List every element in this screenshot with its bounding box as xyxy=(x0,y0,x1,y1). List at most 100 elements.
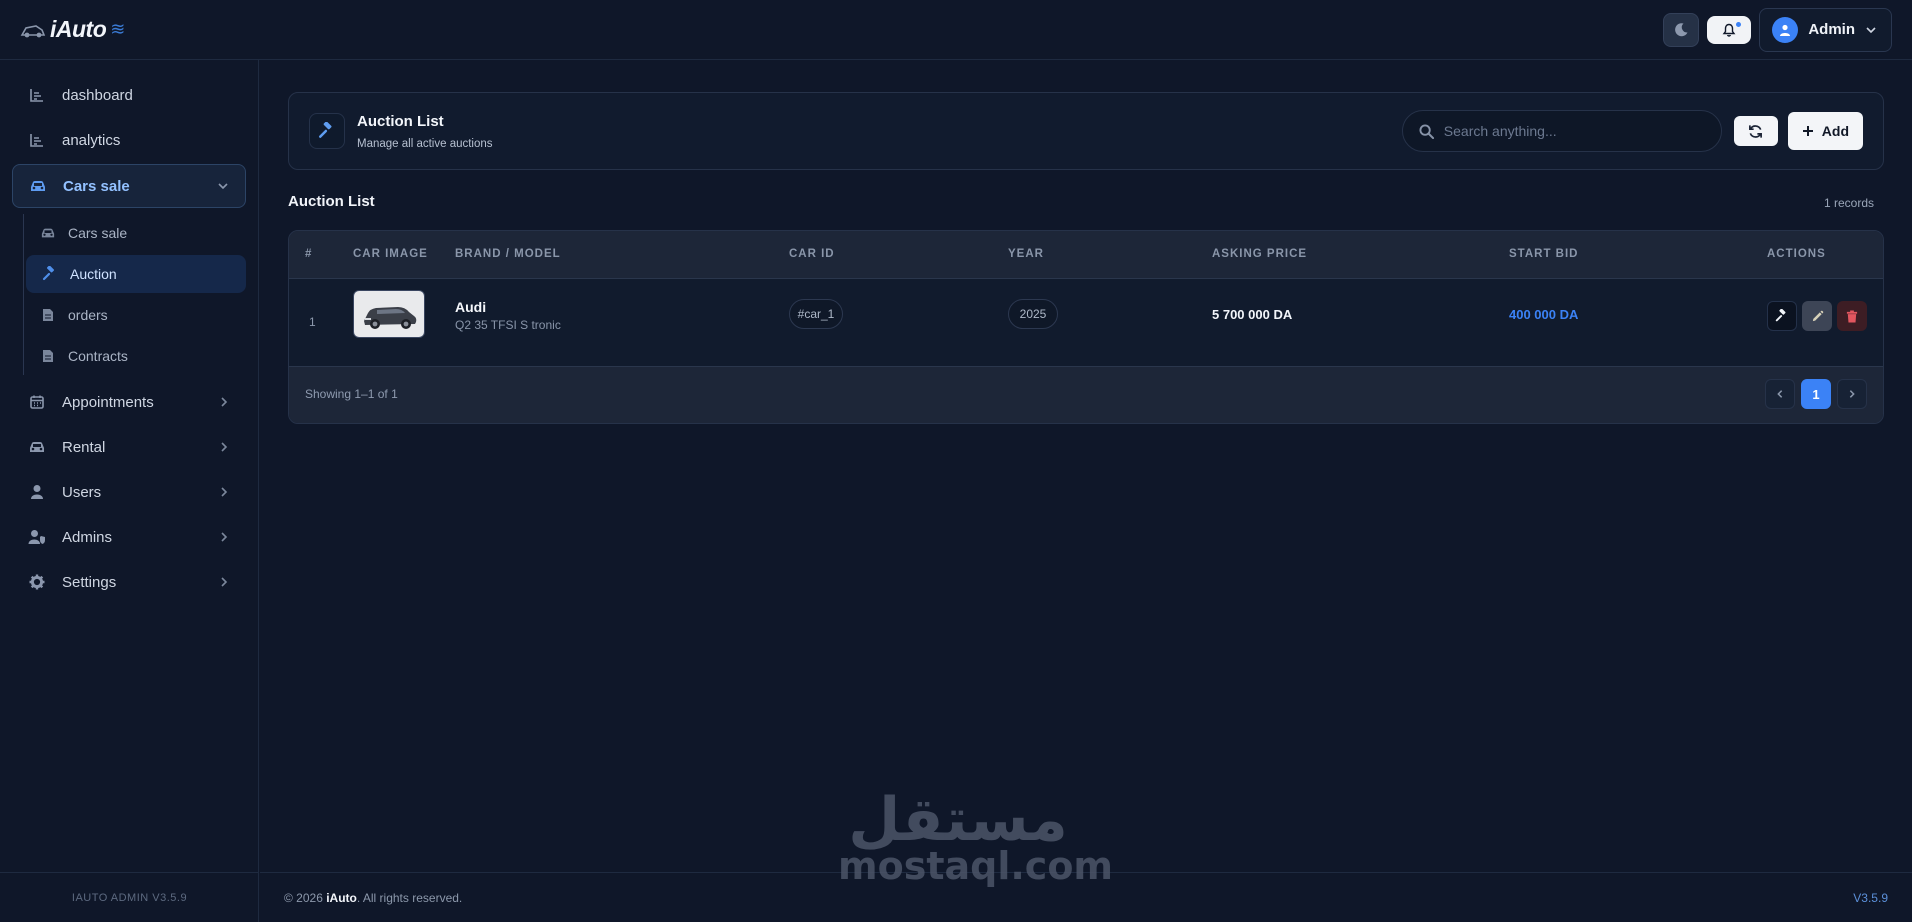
column-header-start-bid: START BID xyxy=(1509,248,1579,260)
start-bid: 400 000 DA xyxy=(1509,307,1579,322)
car-image[interactable] xyxy=(353,290,425,338)
chevron-right-icon xyxy=(218,486,230,498)
chevron-down-icon xyxy=(217,180,229,192)
sidebar-item-label: Users xyxy=(62,483,102,501)
user-shield-icon xyxy=(28,528,46,546)
table-row[interactable]: 1 Audi Q2 35 TFSI S tronic #car_1 2025 5… xyxy=(289,279,1883,367)
gavel-icon xyxy=(1775,309,1786,322)
search-box[interactable] xyxy=(1401,110,1722,152)
sidebar-subitem-orders[interactable]: orders xyxy=(24,296,246,334)
sidebar-subitem-auction[interactable]: Auction xyxy=(26,255,246,293)
add-button[interactable]: Add xyxy=(1787,112,1863,150)
document-icon xyxy=(40,348,56,364)
sidebar-item-settings[interactable]: Settings xyxy=(12,561,246,603)
logo-swoosh-icon: ≋ xyxy=(110,19,125,39)
sidebar-subitem-cars-sale[interactable]: Cars sale xyxy=(24,214,246,252)
sidebar-subitem-contracts[interactable]: Contracts xyxy=(24,337,246,375)
sidebar-subitem-label: Cars sale xyxy=(68,225,128,241)
car-id-badge: #car_1 xyxy=(789,299,843,329)
chevron-down-icon xyxy=(1866,26,1876,33)
sidebar-item-rental[interactable]: Rental xyxy=(12,426,246,468)
table-footer: Showing 1–1 of 1 1 xyxy=(289,367,1883,423)
copyright-prefix: © 2026 xyxy=(284,890,323,905)
car-icon xyxy=(40,225,56,241)
sidebar-subitem-label: Auction xyxy=(70,266,117,282)
notifications-button[interactable] xyxy=(1707,15,1752,44)
records-count: 1 records xyxy=(1823,196,1874,210)
chevron-left-icon xyxy=(1777,390,1783,398)
notification-dot xyxy=(1735,20,1743,28)
chevron-right-icon xyxy=(218,576,230,588)
copyright-suffix: . All rights reserved. xyxy=(356,890,463,905)
chevron-right-icon xyxy=(218,396,230,408)
pagination-summary: Showing 1–1 of 1 xyxy=(305,387,398,401)
app-logo[interactable]: iAuto ≋ xyxy=(20,16,125,43)
delete-button[interactable] xyxy=(1837,301,1867,331)
table-header: # CAR IMAGE BRAND / MODEL CAR ID YEAR AS… xyxy=(289,231,1883,279)
sidebar-item-label: Rental xyxy=(62,438,106,456)
moon-icon xyxy=(1675,22,1688,36)
sidebar-item-cars-sale[interactable]: Cars sale xyxy=(12,164,246,208)
page-subtitle: Manage all active auctions xyxy=(357,137,493,150)
page-footer: © 2026 iAuto. All rights reserved. V3.5.… xyxy=(260,872,1912,922)
copyright: © 2026 iAuto. All rights reserved. xyxy=(284,891,462,905)
bell-icon xyxy=(1722,23,1736,37)
gavel-icon xyxy=(309,113,345,149)
plus-icon xyxy=(1802,126,1813,136)
sidebar-item-analytics[interactable]: analytics xyxy=(12,119,246,161)
next-page-button[interactable] xyxy=(1837,379,1867,409)
sidebar-item-users[interactable]: Users xyxy=(12,471,246,513)
car-logo-icon xyxy=(20,24,46,37)
page-title: Auction List xyxy=(357,112,444,130)
page-button[interactable]: 1 xyxy=(1801,379,1831,409)
car-icon xyxy=(28,438,46,456)
column-header-car-id: CAR ID xyxy=(789,248,835,260)
column-header-car-image: CAR IMAGE xyxy=(353,248,428,260)
refresh-button[interactable] xyxy=(1733,116,1778,146)
user-icon xyxy=(28,483,46,501)
page-header: Auction List Manage all active auctions … xyxy=(288,92,1884,170)
car-icon xyxy=(29,177,47,195)
prev-page-button[interactable] xyxy=(1765,379,1795,409)
search-input[interactable] xyxy=(1443,123,1704,139)
car-photo-icon xyxy=(356,294,422,334)
sidebar-item-label: Appointments xyxy=(62,393,154,411)
chart-bars-icon xyxy=(28,131,46,149)
sidebar-version: IAUTO ADMIN V3.5.9 xyxy=(0,872,259,922)
user-name: Admin xyxy=(1808,21,1855,38)
sidebar-item-label: dashboard xyxy=(62,86,133,104)
sidebar-item-admins[interactable]: Admins xyxy=(12,516,246,558)
pencil-icon xyxy=(1812,310,1823,321)
column-header-asking-price: ASKING PRICE xyxy=(1212,248,1308,260)
sidebar: dashboard analytics Cars sale Cars sale … xyxy=(0,60,259,922)
sidebar-item-dashboard[interactable]: dashboard xyxy=(12,74,246,116)
main-content: Auction List Manage all active auctions … xyxy=(260,60,1912,922)
sidebar-item-label: Settings xyxy=(62,573,117,591)
sidebar-item-label: Cars sale xyxy=(63,177,130,195)
column-header-brand-model: BRAND / MODEL xyxy=(455,248,561,260)
sidebar-subitem-label: orders xyxy=(68,307,108,323)
gear-icon xyxy=(28,573,46,591)
copyright-brand[interactable]: iAuto xyxy=(326,891,357,905)
column-header-actions: ACTIONS xyxy=(1767,248,1826,260)
refresh-icon xyxy=(1749,124,1763,138)
search-icon xyxy=(1419,123,1434,139)
edit-button[interactable] xyxy=(1802,301,1832,331)
column-header-index: # xyxy=(305,248,313,260)
chevron-right-icon xyxy=(1849,390,1855,398)
auction-action-button[interactable] xyxy=(1767,301,1797,331)
sidebar-item-appointments[interactable]: Appointments xyxy=(12,381,246,423)
chevron-right-icon xyxy=(218,531,230,543)
theme-toggle-button[interactable] xyxy=(1663,12,1700,47)
calendar-icon xyxy=(28,393,46,411)
pagination: 1 xyxy=(1765,379,1867,409)
top-bar: iAuto ≋ Admin xyxy=(0,0,1912,60)
sidebar-subitem-label: Contracts xyxy=(68,348,128,364)
cars-sale-submenu: Cars sale Auction orders Contracts xyxy=(23,214,246,375)
user-menu-button[interactable]: Admin xyxy=(1759,7,1892,52)
sidebar-nav: dashboard analytics Cars sale Cars sale … xyxy=(0,60,258,603)
avatar xyxy=(1772,16,1799,43)
sidebar-item-label: Admins xyxy=(62,528,113,546)
chevron-right-icon xyxy=(218,441,230,453)
trash-icon xyxy=(1846,309,1858,323)
